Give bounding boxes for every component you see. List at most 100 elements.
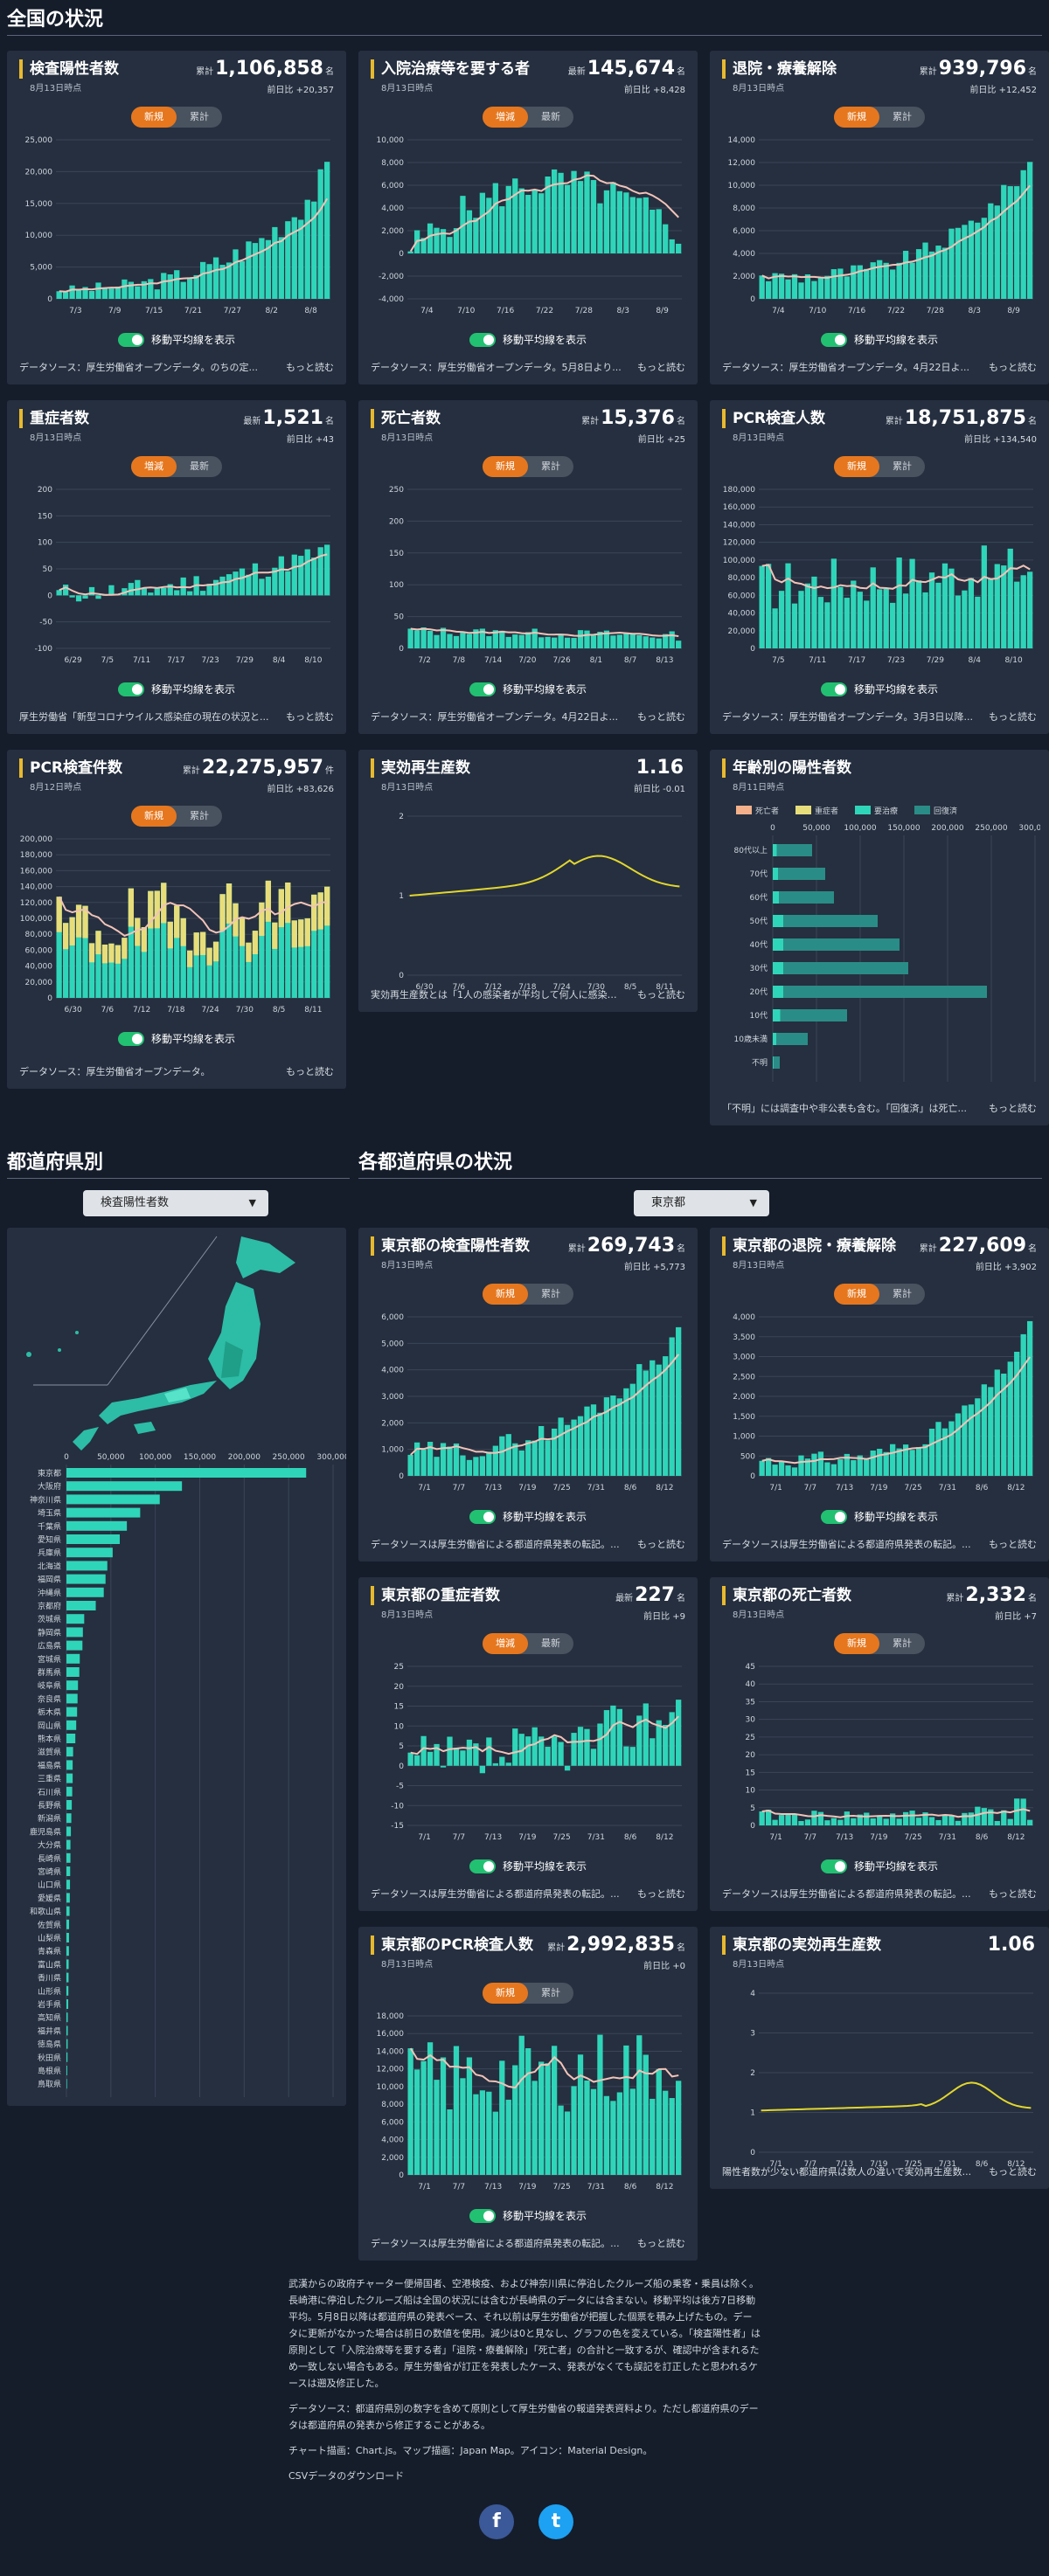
bar[interactable] bbox=[676, 1700, 682, 1766]
bar[interactable] bbox=[492, 2111, 498, 2175]
bar[interactable] bbox=[108, 585, 115, 596]
tab-new[interactable]: 新規 bbox=[834, 1284, 879, 1305]
bar[interactable] bbox=[798, 1821, 804, 1825]
bar[interactable] bbox=[505, 2099, 511, 2175]
bar[interactable] bbox=[413, 1442, 420, 1476]
bar[interactable] bbox=[1001, 184, 1007, 299]
bar[interactable] bbox=[616, 634, 623, 648]
view-toggle[interactable]: 新規 累計 bbox=[834, 1284, 925, 1305]
bar[interactable] bbox=[512, 2065, 518, 2175]
bar[interactable] bbox=[558, 634, 564, 648]
tab-total[interactable]: 累計 bbox=[879, 1284, 925, 1305]
bar[interactable] bbox=[935, 582, 941, 648]
chart[interactable]: 25 20 15 10 5 0 -5 -10 -15 7/1 7/7 7/13 7/19 7/25 7/31… bbox=[367, 1661, 689, 1845]
bar[interactable] bbox=[545, 1440, 551, 1476]
bar[interactable] bbox=[66, 1880, 71, 1890]
bar[interactable] bbox=[962, 1405, 968, 1476]
bar[interactable] bbox=[948, 1421, 955, 1476]
bar[interactable] bbox=[259, 578, 265, 596]
bar[interactable] bbox=[616, 1708, 623, 1766]
bar[interactable] bbox=[226, 574, 233, 596]
bar[interactable] bbox=[773, 844, 812, 856]
bar[interactable] bbox=[590, 180, 597, 253]
bar[interactable] bbox=[66, 1839, 71, 1850]
chart[interactable]: 6,000 5,000 4,000 3,000 2,000 1,000 0 7/1 7/7 7/1… bbox=[367, 1312, 689, 1495]
bar[interactable] bbox=[259, 238, 265, 299]
bar[interactable] bbox=[518, 2035, 524, 2175]
bar[interactable] bbox=[909, 558, 915, 648]
bar[interactable] bbox=[278, 237, 284, 299]
bar[interactable] bbox=[817, 1811, 824, 1825]
bar[interactable] bbox=[427, 223, 434, 253]
bar[interactable] bbox=[447, 237, 453, 253]
bar[interactable] bbox=[772, 1819, 778, 1825]
bar-segment[interactable] bbox=[199, 931, 206, 955]
bar-segment[interactable] bbox=[226, 883, 233, 924]
bar[interactable] bbox=[915, 249, 922, 299]
bar[interactable] bbox=[298, 219, 304, 299]
read-more-link[interactable]: もっと読む bbox=[286, 360, 334, 374]
bar[interactable] bbox=[1014, 581, 1020, 648]
bar[interactable] bbox=[479, 1456, 486, 1476]
chart[interactable]: 25,000 20,000 15,000 10,000 5,000 0 7/3 7/9 7/15… bbox=[16, 135, 337, 318]
bar[interactable] bbox=[62, 292, 69, 299]
bar[interactable] bbox=[981, 218, 987, 299]
bar[interactable] bbox=[518, 188, 524, 253]
bar[interactable] bbox=[759, 1460, 765, 1476]
bar[interactable] bbox=[663, 1356, 669, 1476]
bar[interactable] bbox=[66, 2025, 68, 2036]
moving-average-toggle[interactable]: 移動平均線を表示 bbox=[820, 332, 938, 347]
bar-segment[interactable] bbox=[773, 986, 783, 998]
bar[interactable] bbox=[531, 2081, 538, 2175]
toggle-switch[interactable] bbox=[820, 682, 847, 696]
bar[interactable] bbox=[1020, 1798, 1026, 1825]
read-more-link[interactable]: もっと読む bbox=[637, 360, 685, 374]
bar[interactable] bbox=[669, 631, 675, 648]
bar[interactable] bbox=[773, 986, 987, 998]
bar[interactable] bbox=[69, 595, 75, 598]
bar-segment[interactable] bbox=[298, 919, 304, 947]
bar[interactable] bbox=[512, 1443, 518, 1476]
bar[interactable] bbox=[66, 1720, 77, 1730]
bar[interactable] bbox=[804, 274, 811, 299]
bar[interactable] bbox=[896, 262, 902, 299]
bar[interactable] bbox=[551, 2046, 558, 2175]
read-more-link[interactable]: もっと読む bbox=[637, 1887, 685, 1901]
read-more-link[interactable]: もっと読む bbox=[989, 1887, 1037, 1901]
bar[interactable] bbox=[778, 274, 785, 299]
bar[interactable] bbox=[975, 596, 981, 648]
bar[interactable] bbox=[291, 217, 297, 299]
view-toggle[interactable]: 増減 最新 bbox=[131, 456, 222, 477]
bar[interactable] bbox=[785, 563, 791, 648]
bar[interactable] bbox=[629, 197, 636, 253]
bar[interactable] bbox=[66, 1985, 69, 1996]
tab-new[interactable]: 増減 bbox=[483, 107, 528, 128]
bar[interactable] bbox=[988, 203, 994, 299]
toggle-switch[interactable] bbox=[117, 682, 144, 696]
bar[interactable] bbox=[447, 2109, 453, 2175]
bar[interactable] bbox=[66, 1627, 83, 1638]
toggle-switch[interactable] bbox=[820, 1859, 847, 1873]
bar[interactable] bbox=[844, 276, 850, 299]
bar[interactable] bbox=[187, 591, 193, 596]
bar[interactable] bbox=[663, 1724, 669, 1766]
toggle-switch[interactable] bbox=[117, 1031, 144, 1046]
bar[interactable] bbox=[466, 1739, 473, 1766]
bar[interactable] bbox=[883, 1451, 889, 1476]
bar[interactable] bbox=[824, 602, 830, 648]
bar[interactable] bbox=[590, 1748, 597, 1766]
bar[interactable] bbox=[804, 1819, 811, 1825]
toggle-switch[interactable] bbox=[469, 682, 496, 696]
bar[interactable] bbox=[870, 1818, 876, 1825]
tab-new[interactable]: 新規 bbox=[483, 1983, 528, 2004]
bar-segment[interactable] bbox=[108, 943, 115, 963]
tab-total[interactable]: 累計 bbox=[177, 806, 222, 827]
bar-segment[interactable] bbox=[773, 868, 778, 880]
bar[interactable] bbox=[66, 1693, 78, 1704]
bar[interactable] bbox=[778, 1815, 785, 1825]
bar[interactable] bbox=[877, 1816, 883, 1825]
bar[interactable] bbox=[512, 178, 518, 253]
bar-segment[interactable] bbox=[773, 938, 783, 951]
bar[interactable] bbox=[317, 547, 323, 596]
bar[interactable] bbox=[66, 1852, 71, 1863]
